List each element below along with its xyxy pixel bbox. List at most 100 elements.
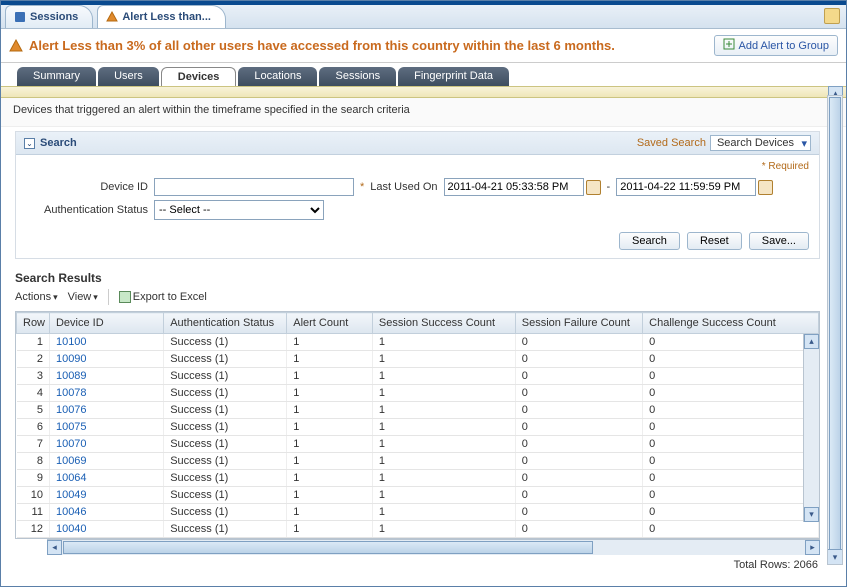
grid-vertical-scrollbar[interactable]: ▴ ▾ [803, 334, 819, 522]
save-button[interactable]: Save... [749, 232, 809, 250]
cell-session-failure: 0 [515, 521, 642, 538]
col-alert-count-header[interactable]: Alert Count [287, 313, 373, 334]
cell-session-failure: 0 [515, 470, 642, 487]
cell-session-failure: 0 [515, 487, 642, 504]
subtab-users[interactable]: Users [98, 67, 159, 86]
export-excel-button[interactable]: Export to Excel [119, 291, 207, 303]
search-title: Search [40, 137, 637, 149]
cell-alert-count: 1 [287, 521, 373, 538]
cell-row: 3 [17, 368, 50, 385]
table-row[interactable]: 610075Success (1)1100 [17, 419, 819, 436]
device-id-input[interactable] [154, 178, 354, 196]
required-legend: Required [26, 161, 809, 174]
table-row[interactable]: 810069Success (1)1100 [17, 453, 819, 470]
sessions-icon [14, 11, 26, 23]
actions-menu-button[interactable]: Actions [15, 291, 58, 303]
hscroll-thumb[interactable] [63, 541, 593, 554]
scroll-up-icon[interactable]: ▴ [804, 334, 819, 349]
table-row[interactable]: 910064Success (1)1100 [17, 470, 819, 487]
results-toolbar: Actions View Export to Excel [1, 287, 846, 311]
cell-device-id[interactable]: 10040 [49, 521, 163, 538]
alert-header-icon [9, 39, 23, 53]
cell-session-failure: 0 [515, 334, 642, 351]
outer-vscroll-thumb[interactable] [829, 97, 841, 557]
col-row-header[interactable]: Row [17, 313, 50, 334]
col-auth-status-header[interactable]: Authentication Status [164, 313, 287, 334]
alert-title: Alert Less than 3% of all other users ha… [29, 38, 714, 53]
tab-sessions[interactable]: Sessions [5, 5, 93, 28]
scroll-right-icon[interactable]: ▸ [805, 540, 820, 555]
calendar-to-icon[interactable] [758, 180, 773, 195]
cell-auth-status: Success (1) [164, 487, 287, 504]
cell-session-failure: 0 [515, 436, 642, 453]
cell-session-failure: 0 [515, 453, 642, 470]
cell-session-success: 1 [372, 368, 515, 385]
cell-challenge-success: 0 [643, 453, 819, 470]
tab-sessions-label: Sessions [30, 11, 78, 23]
saved-search-select[interactable]: Search Devices [710, 135, 811, 151]
cell-session-failure: 0 [515, 402, 642, 419]
to-date-input[interactable] [616, 178, 756, 196]
help-icon[interactable] [824, 8, 840, 24]
cell-device-id[interactable]: 10090 [49, 351, 163, 368]
cell-device-id[interactable]: 10089 [49, 368, 163, 385]
view-menu-button[interactable]: View [68, 291, 98, 303]
cell-challenge-success: 0 [643, 470, 819, 487]
table-row[interactable]: 310089Success (1)1100 [17, 368, 819, 385]
grid-horizontal-scrollbar[interactable]: ◂ ▸ [47, 539, 820, 555]
cell-session-failure: 0 [515, 351, 642, 368]
scroll-down-icon[interactable]: ▾ [804, 507, 819, 522]
outer-scroll-down-icon[interactable]: ▾ [828, 549, 842, 564]
col-challenge-success-header[interactable]: Challenge Success Count [643, 313, 819, 334]
col-session-success-header[interactable]: Session Success Count [372, 313, 515, 334]
cell-device-id[interactable]: 10069 [49, 453, 163, 470]
calendar-from-icon[interactable] [586, 180, 601, 195]
subtab-sessions[interactable]: Sessions [319, 67, 396, 86]
table-row[interactable]: 210090Success (1)1100 [17, 351, 819, 368]
cell-challenge-success: 0 [643, 521, 819, 538]
cell-device-id[interactable]: 10078 [49, 385, 163, 402]
cell-challenge-success: 0 [643, 487, 819, 504]
subtab-summary[interactable]: Summary [17, 67, 96, 86]
tab-alert[interactable]: Alert Less than... [97, 5, 226, 28]
auth-status-label: Authentication Status [26, 204, 148, 216]
table-row[interactable]: 510076Success (1)1100 [17, 402, 819, 419]
from-date-input[interactable] [444, 178, 584, 196]
cell-alert-count: 1 [287, 334, 373, 351]
cell-device-id[interactable]: 10100 [49, 334, 163, 351]
outer-vertical-scrollbar[interactable]: ▾ [827, 95, 843, 565]
add-alert-icon [723, 38, 735, 53]
hscroll-track[interactable] [594, 540, 805, 555]
cell-device-id[interactable]: 10076 [49, 402, 163, 419]
scroll-left-icon[interactable]: ◂ [47, 540, 62, 555]
cell-device-id[interactable]: 10070 [49, 436, 163, 453]
cell-challenge-success: 0 [643, 351, 819, 368]
search-button[interactable]: Search [619, 232, 680, 250]
cell-alert-count: 1 [287, 487, 373, 504]
cell-session-failure: 0 [515, 419, 642, 436]
cell-session-failure: 0 [515, 504, 642, 521]
cell-auth-status: Success (1) [164, 368, 287, 385]
subtab-devices[interactable]: Devices [161, 67, 237, 86]
table-row[interactable]: 1210040Success (1)1100 [17, 521, 819, 538]
table-row[interactable]: 1010049Success (1)1100 [17, 487, 819, 504]
collapse-icon[interactable]: ⌄ [24, 138, 35, 149]
cell-device-id[interactable]: 10049 [49, 487, 163, 504]
table-row[interactable]: 410078Success (1)1100 [17, 385, 819, 402]
subtab-fingerprint-data[interactable]: Fingerprint Data [398, 67, 509, 86]
add-alert-to-group-button[interactable]: Add Alert to Group [714, 35, 839, 56]
table-row[interactable]: 710070Success (1)1100 [17, 436, 819, 453]
subtab-locations[interactable]: Locations [238, 67, 317, 86]
cell-row: 9 [17, 470, 50, 487]
reset-button[interactable]: Reset [687, 232, 742, 250]
sub-tab-strip: Summary Users Devices Locations Sessions… [1, 63, 846, 86]
cell-device-id[interactable]: 10064 [49, 470, 163, 487]
table-row[interactable]: 1110046Success (1)1100 [17, 504, 819, 521]
auth-status-select[interactable]: -- Select -- [154, 200, 324, 220]
cell-device-id[interactable]: 10075 [49, 419, 163, 436]
col-session-failure-header[interactable]: Session Failure Count [515, 313, 642, 334]
cell-session-success: 1 [372, 521, 515, 538]
table-row[interactable]: 110100Success (1)1100 [17, 334, 819, 351]
cell-device-id[interactable]: 10046 [49, 504, 163, 521]
col-device-id-header[interactable]: Device ID [49, 313, 163, 334]
